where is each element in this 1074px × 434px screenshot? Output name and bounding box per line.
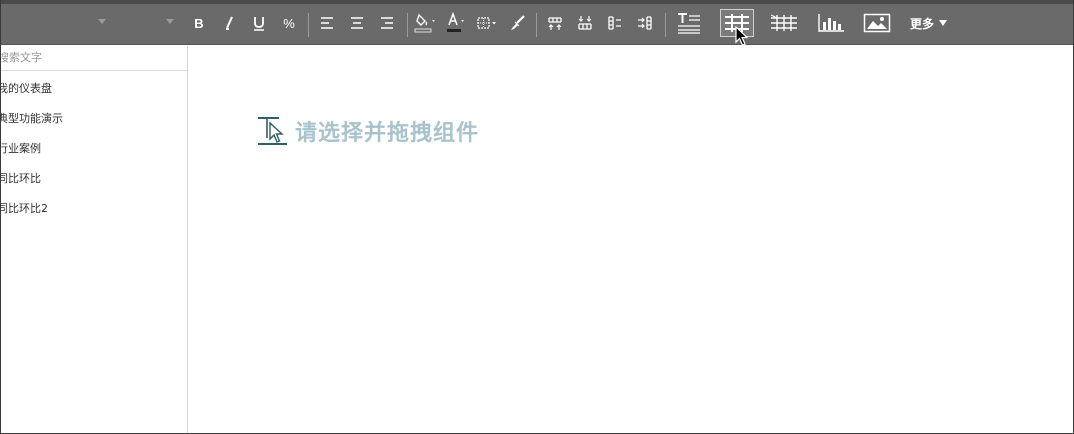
- fill-color-button[interactable]: [414, 9, 440, 37]
- text-block-icon: [678, 13, 700, 34]
- border-icon: [477, 17, 496, 29]
- empty-canvas-hint: 请选择并拖拽组件: [257, 115, 479, 147]
- sidebar-item-label: 典型功能演示: [0, 112, 63, 125]
- empty-canvas-hint-text: 请选择并拖拽组件: [295, 121, 480, 146]
- cross-table-component-button[interactable]: [768, 9, 800, 37]
- italic-icon: [226, 16, 233, 30]
- sidebar-item-label: 我的仪表盘: [0, 82, 52, 95]
- toolbar-separator: [665, 13, 666, 37]
- sidebar: 我的仪表盘 典型功能演示 行业案例 同比环比 同比环比2: [0, 46, 188, 433]
- border-button[interactable]: [476, 9, 500, 37]
- toolbar-separator: [308, 13, 309, 37]
- text-component-button[interactable]: [674, 9, 704, 37]
- strikethrough-button[interactable]: %: [281, 9, 297, 37]
- sidebar-item-yoy-mom-2[interactable]: 同比环比2: [0, 200, 48, 216]
- insert-column-right-button[interactable]: [636, 9, 654, 37]
- more-label: 更多: [909, 16, 934, 31]
- align-right-button[interactable]: [379, 9, 395, 37]
- toolbar-separator: [536, 13, 537, 37]
- paint-bucket-icon: [414, 13, 435, 33]
- insert-row-above-button[interactable]: [546, 9, 564, 37]
- bold-icon: B: [194, 15, 204, 31]
- brush-icon: [511, 15, 525, 30]
- bold-button[interactable]: B: [191, 9, 207, 37]
- more-button[interactable]: 更多: [908, 9, 950, 37]
- insert-column-left-icon: [608, 16, 621, 30]
- sidebar-item-label: 同比环比: [0, 172, 41, 185]
- search-input[interactable]: [1, 51, 178, 64]
- image-icon: [863, 13, 891, 33]
- insert-row-above-icon: [548, 17, 562, 30]
- underline-icon: [254, 16, 264, 31]
- format-painter-button[interactable]: [507, 9, 527, 37]
- insert-column-left-button[interactable]: [606, 9, 624, 37]
- insert-row-below-icon: [578, 16, 592, 30]
- sidebar-search: [1, 46, 187, 71]
- chart-component-button[interactable]: [816, 9, 846, 37]
- toolbar-separator: [407, 13, 408, 37]
- toolbar-top-border: [1, 0, 1073, 4]
- align-left-icon: [321, 17, 333, 29]
- align-right-icon: [381, 17, 393, 29]
- strikethrough-icon: %: [283, 15, 295, 31]
- cross-table-icon: [770, 14, 797, 31]
- mouse-cursor-icon: [735, 26, 749, 46]
- font-family-dropdown-icon[interactable]: [98, 19, 106, 24]
- caret-down-icon: [939, 20, 947, 26]
- image-component-button[interactable]: [862, 9, 892, 37]
- font-size-dropdown-icon[interactable]: [166, 19, 174, 24]
- sidebar-item-yoy-mom[interactable]: 同比环比: [0, 170, 41, 186]
- drag-component-icon: [258, 117, 287, 145]
- app-window: B % 更多 搜索文字 我的仪表盘 典型功能演示 行业案例 同比环比 同比环比2…: [0, 0, 1074, 434]
- align-left-button[interactable]: [319, 9, 335, 37]
- align-center-button[interactable]: [349, 9, 365, 37]
- sidebar-item-industry-cases[interactable]: 行业案例: [0, 140, 41, 156]
- bar-chart-icon: [818, 14, 844, 32]
- insert-row-below-button[interactable]: [576, 9, 594, 37]
- sidebar-item-feature-demo[interactable]: 典型功能演示: [0, 110, 63, 126]
- insert-column-right-icon: [638, 16, 652, 30]
- align-center-icon: [351, 17, 363, 29]
- design-canvas[interactable]: 请选择并拖拽组件: [189, 46, 1073, 433]
- sidebar-item-label: 行业案例: [0, 142, 41, 155]
- italic-button[interactable]: [221, 9, 237, 37]
- sidebar-item-label: 同比环比2: [0, 202, 48, 215]
- font-color-icon: [447, 12, 464, 32]
- underline-button[interactable]: [251, 9, 267, 37]
- sidebar-item-my-dashboard[interactable]: 我的仪表盘: [0, 80, 52, 96]
- font-color-button[interactable]: [446, 9, 470, 37]
- toolbar: B % 更多: [1, 0, 1073, 45]
